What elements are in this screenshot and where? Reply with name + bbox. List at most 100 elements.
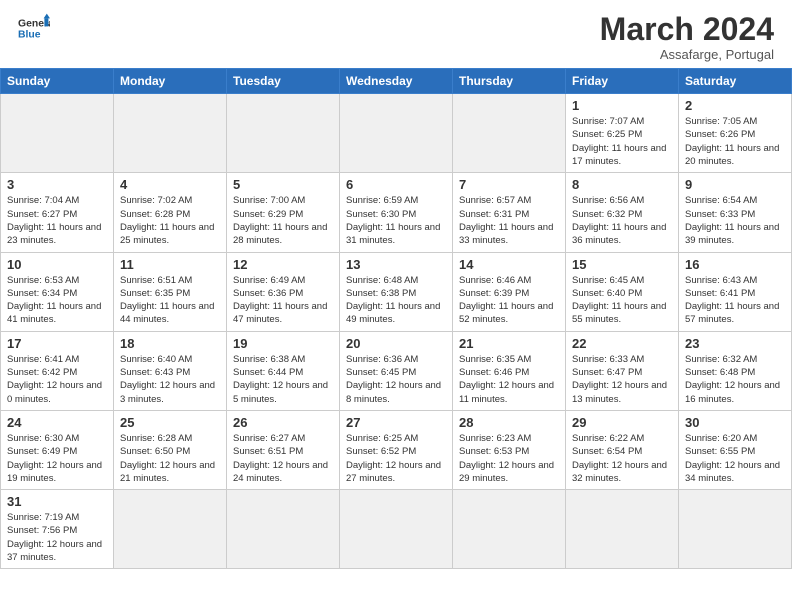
day-number-2: 2 bbox=[685, 98, 785, 113]
day-27: 27Sunrise: 6:25 AMSunset: 6:52 PMDayligh… bbox=[340, 410, 453, 489]
day-number-11: 11 bbox=[120, 257, 220, 272]
empty-cell bbox=[566, 490, 679, 569]
day-info-11: Sunrise: 6:51 AMSunset: 6:35 PMDaylight:… bbox=[120, 274, 220, 327]
day-26: 26 Sunrise: 6:27 AMSunset: 6:51 PMDayligh… bbox=[227, 410, 340, 489]
day-info-24: Sunrise: 6:30 AMSunset: 6:49 PMDaylight:… bbox=[7, 432, 107, 485]
week-row-2: 3 Sunrise: 7:04 AMSunset: 6:27 PMDaylight… bbox=[1, 173, 792, 252]
day-1: 1 Sunrise: 7:07 AMSunset: 6:25 PMDaylight… bbox=[566, 94, 679, 173]
week-row-5: 24 Sunrise: 6:30 AMSunset: 6:49 PMDayligh… bbox=[1, 410, 792, 489]
day-info-7: Sunrise: 6:57 AMSunset: 6:31 PMDaylight:… bbox=[459, 194, 559, 247]
day-info-4: Sunrise: 7:02 AMSunset: 6:28 PMDaylight:… bbox=[120, 194, 220, 247]
day-info-26: Sunrise: 6:27 AMSunset: 6:51 PMDaylight:… bbox=[233, 432, 333, 485]
day-30: 30 Sunrise: 6:20 AMSunset: 6:55 PMDayligh… bbox=[679, 410, 792, 489]
calendar-table: Sunday Monday Tuesday Wednesday Thursday… bbox=[0, 68, 792, 569]
day-info-2: Sunrise: 7:05 AMSunset: 6:26 PMDaylight:… bbox=[685, 115, 785, 168]
day-number-29: 29 bbox=[572, 415, 672, 430]
day-number-30: 30 bbox=[685, 415, 785, 430]
day-info-19: Sunrise: 6:38 AMSunset: 6:44 PMDaylight:… bbox=[233, 353, 333, 406]
header-friday: Friday bbox=[566, 69, 679, 94]
week-row-4: 17 Sunrise: 6:41 AMSunset: 6:42 PMDayligh… bbox=[1, 331, 792, 410]
day-info-22: Sunrise: 6:33 AMSunset: 6:47 PMDaylight:… bbox=[572, 353, 672, 406]
day-24: 24 Sunrise: 6:30 AMSunset: 6:49 PMDayligh… bbox=[1, 410, 114, 489]
empty-cell bbox=[340, 490, 453, 569]
day-number-9: 9 bbox=[685, 177, 785, 192]
day-number-15: 15 bbox=[572, 257, 672, 272]
day-14: 14Sunrise: 6:46 AMSunset: 6:39 PMDayligh… bbox=[453, 252, 566, 331]
week-row-6: 31 Sunrise: 7:19 AMSunset: 7:56 PMDayligh… bbox=[1, 490, 792, 569]
day-info-10: Sunrise: 6:53 AMSunset: 6:34 PMDaylight:… bbox=[7, 274, 107, 327]
day-number-5: 5 bbox=[233, 177, 333, 192]
day-info-16: Sunrise: 6:43 AMSunset: 6:41 PMDaylight:… bbox=[685, 274, 785, 327]
day-info-13: Sunrise: 6:48 AMSunset: 6:38 PMDaylight:… bbox=[346, 274, 446, 327]
week-row-1: 1 Sunrise: 7:07 AMSunset: 6:25 PMDaylight… bbox=[1, 94, 792, 173]
day-15: 15 Sunrise: 6:45 AMSunset: 6:40 PMDayligh… bbox=[566, 252, 679, 331]
month-title: March 2024 bbox=[600, 12, 774, 47]
day-3: 3 Sunrise: 7:04 AMSunset: 6:27 PMDaylight… bbox=[1, 173, 114, 252]
empty-cell bbox=[340, 94, 453, 173]
day-25: 25Sunrise: 6:28 AMSunset: 6:50 PMDayligh… bbox=[114, 410, 227, 489]
day-13: 13 Sunrise: 6:48 AMSunset: 6:38 PMDayligh… bbox=[340, 252, 453, 331]
day-5: 5 Sunrise: 7:00 AMSunset: 6:29 PMDaylight… bbox=[227, 173, 340, 252]
logo: General Blue bbox=[18, 12, 50, 44]
day-info-31: Sunrise: 7:19 AMSunset: 7:56 PMDaylight:… bbox=[7, 511, 107, 564]
day-number-8: 8 bbox=[572, 177, 672, 192]
day-17: 17 Sunrise: 6:41 AMSunset: 6:42 PMDayligh… bbox=[1, 331, 114, 410]
day-28: 28 Sunrise: 6:23 AMSunset: 6:53 PMDayligh… bbox=[453, 410, 566, 489]
day-9: 9 Sunrise: 6:54 AMSunset: 6:33 PMDaylight… bbox=[679, 173, 792, 252]
day-12: 12 Sunrise: 6:49 AMSunset: 6:36 PMDayligh… bbox=[227, 252, 340, 331]
empty-cell bbox=[114, 490, 227, 569]
day-info-18: Sunrise: 6:40 AMSunset: 6:43 PMDaylight:… bbox=[120, 353, 220, 406]
generalblue-logo-icon: General Blue bbox=[18, 12, 50, 44]
day-info-17: Sunrise: 6:41 AMSunset: 6:42 PMDaylight:… bbox=[7, 353, 107, 406]
day-number-17: 17 bbox=[7, 336, 107, 351]
header-thursday: Thursday bbox=[453, 69, 566, 94]
day-number-22: 22 bbox=[572, 336, 672, 351]
day-20: 20 Sunrise: 6:36 AMSunset: 6:45 PMDayligh… bbox=[340, 331, 453, 410]
header-saturday: Saturday bbox=[679, 69, 792, 94]
day-number-10: 10 bbox=[7, 257, 107, 272]
day-29: 29 Sunrise: 6:22 AMSunset: 6:54 PMDayligh… bbox=[566, 410, 679, 489]
weekday-header-row: Sunday Monday Tuesday Wednesday Thursday… bbox=[1, 69, 792, 94]
day-number-13: 13 bbox=[346, 257, 446, 272]
day-info-14: Sunrise: 6:46 AMSunset: 6:39 PMDaylight:… bbox=[459, 274, 559, 327]
day-18: 18 Sunrise: 6:40 AMSunset: 6:43 PMDayligh… bbox=[114, 331, 227, 410]
day-11: 11 Sunrise: 6:51 AMSunset: 6:35 PMDayligh… bbox=[114, 252, 227, 331]
day-21: 21Sunrise: 6:35 AMSunset: 6:46 PMDayligh… bbox=[453, 331, 566, 410]
day-info-3: Sunrise: 7:04 AMSunset: 6:27 PMDaylight:… bbox=[7, 194, 107, 247]
day-2: 2 Sunrise: 7:05 AMSunset: 6:26 PMDaylight… bbox=[679, 94, 792, 173]
day-number-19: 19 bbox=[233, 336, 333, 351]
day-number-3: 3 bbox=[7, 177, 107, 192]
day-info-28: Sunrise: 6:23 AMSunset: 6:53 PMDaylight:… bbox=[459, 432, 559, 485]
day-number-18: 18 bbox=[120, 336, 220, 351]
day-info-9: Sunrise: 6:54 AMSunset: 6:33 PMDaylight:… bbox=[685, 194, 785, 247]
day-info-12: Sunrise: 6:49 AMSunset: 6:36 PMDaylight:… bbox=[233, 274, 333, 327]
day-23: 23Sunrise: 6:32 AMSunset: 6:48 PMDayligh… bbox=[679, 331, 792, 410]
location-subtitle: Assafarge, Portugal bbox=[600, 47, 774, 62]
day-info-30: Sunrise: 6:20 AMSunset: 6:55 PMDaylight:… bbox=[685, 432, 785, 485]
day-number-24: 24 bbox=[7, 415, 107, 430]
day-number-12: 12 bbox=[233, 257, 333, 272]
day-info-8: Sunrise: 6:56 AMSunset: 6:32 PMDaylight:… bbox=[572, 194, 672, 247]
day-number-28: 28 bbox=[459, 415, 559, 430]
header-wednesday: Wednesday bbox=[340, 69, 453, 94]
week-row-3: 10 Sunrise: 6:53 AMSunset: 6:34 PMDayligh… bbox=[1, 252, 792, 331]
day-info-5: Sunrise: 7:00 AMSunset: 6:29 PMDaylight:… bbox=[233, 194, 333, 247]
day-number-1: 1 bbox=[572, 98, 672, 113]
empty-cell bbox=[453, 94, 566, 173]
svg-text:Blue: Blue bbox=[18, 30, 41, 41]
day-info-29: Sunrise: 6:22 AMSunset: 6:54 PMDaylight:… bbox=[572, 432, 672, 485]
day-number-31: 31 bbox=[7, 494, 107, 509]
day-number-26: 26 bbox=[233, 415, 333, 430]
page-header: General Blue March 2024 Assafarge, Portu… bbox=[0, 0, 792, 68]
day-info-20: Sunrise: 6:36 AMSunset: 6:45 PMDaylight:… bbox=[346, 353, 446, 406]
day-info-15: Sunrise: 6:45 AMSunset: 6:40 PMDaylight:… bbox=[572, 274, 672, 327]
day-info-23: Sunrise: 6:32 AMSunset: 6:48 PMDaylight:… bbox=[685, 353, 785, 406]
day-19: 19 Sunrise: 6:38 AMSunset: 6:44 PMDayligh… bbox=[227, 331, 340, 410]
day-info-21: Sunrise: 6:35 AMSunset: 6:46 PMDaylight:… bbox=[459, 353, 559, 406]
day-16: 16Sunrise: 6:43 AMSunset: 6:41 PMDayligh… bbox=[679, 252, 792, 331]
day-4: 4Sunrise: 7:02 AMSunset: 6:28 PMDaylight… bbox=[114, 173, 227, 252]
empty-cell bbox=[227, 490, 340, 569]
day-info-1: Sunrise: 7:07 AMSunset: 6:25 PMDaylight:… bbox=[572, 115, 672, 168]
day-number-20: 20 bbox=[346, 336, 446, 351]
title-block: March 2024 Assafarge, Portugal bbox=[600, 12, 774, 62]
